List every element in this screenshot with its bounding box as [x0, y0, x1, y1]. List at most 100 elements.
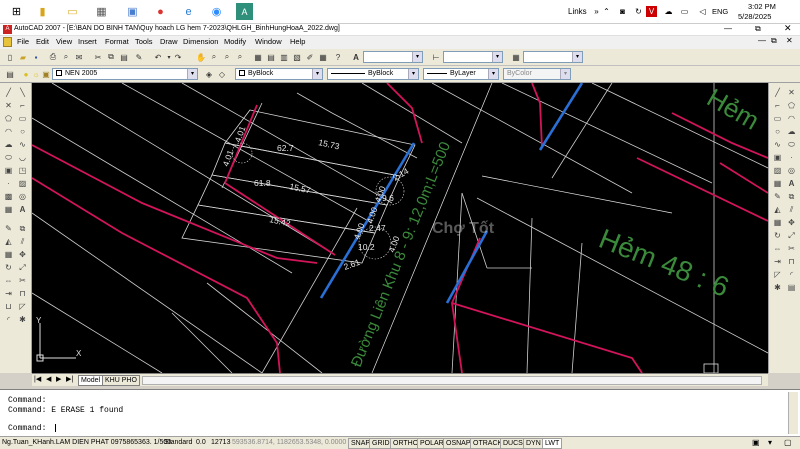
plot-preview-icon[interactable]: ⌕	[60, 51, 72, 63]
offset-icon[interactable]: ⫽	[17, 236, 28, 247]
drawing-doc-icon[interactable]	[3, 37, 12, 47]
properties-icon[interactable]: ▦	[252, 51, 264, 63]
mtext-icon[interactable]: A	[17, 204, 28, 215]
hatch-icon[interactable]: ▨	[17, 178, 28, 189]
erase-tool-icon[interactable]: ✎	[772, 191, 783, 202]
layer-dropdown[interactable]: NEN 2005 ▾	[52, 68, 198, 80]
clock-time[interactable]: 3:02 PM	[748, 2, 776, 11]
ellipse-icon[interactable]: ⬭	[3, 152, 14, 163]
links-label[interactable]: Links	[568, 7, 587, 16]
ellipse-arc-icon[interactable]: ◡	[17, 152, 28, 163]
circle-tool-icon[interactable]: ○	[772, 126, 783, 137]
properties-tool-icon[interactable]: ▤	[786, 282, 797, 293]
array-icon[interactable]: ▦	[3, 249, 14, 260]
zoom-previous-icon[interactable]: ⌕	[234, 51, 246, 63]
plot-icon[interactable]: ⎙	[47, 51, 59, 63]
menu-modify[interactable]: Modify	[224, 37, 246, 46]
move-tool-icon[interactable]: ✥	[786, 217, 797, 228]
construction-line-icon[interactable]: ✕	[3, 100, 14, 111]
join-icon[interactable]: ⊔	[3, 301, 14, 312]
ray-tool-icon[interactable]: ✕	[786, 87, 797, 98]
erase-icon[interactable]: ✎	[3, 223, 14, 234]
layer-previous-icon[interactable]: ◇	[216, 68, 228, 80]
ducs-toggle[interactable]: DUCS	[500, 438, 526, 449]
close-button[interactable]: ✕	[784, 23, 792, 34]
drawing-canvas[interactable]: 62.7 15.73 61.8 15.57 15.42 4.01 4.01 4.…	[32, 83, 768, 373]
tab-model[interactable]: Model	[78, 375, 104, 386]
explode-icon[interactable]: ✱	[17, 314, 28, 325]
extend-tool-icon[interactable]: ⇥	[772, 256, 783, 267]
copy-object-icon[interactable]: ⧉	[17, 223, 28, 234]
help-icon[interactable]: ?	[332, 51, 344, 63]
text-tool-icon[interactable]: A	[786, 178, 797, 189]
camera-icon[interactable]: ◙	[614, 3, 631, 20]
menu-edit[interactable]: Edit	[36, 37, 49, 46]
osnap-toggle[interactable]: OSNAP	[443, 438, 474, 449]
chamfer-tool-icon[interactable]: ◸	[772, 269, 783, 280]
plotstyle-dropdown[interactable]: ByColor ▾	[503, 68, 571, 80]
doc-minimize-button[interactable]: —	[758, 36, 766, 45]
color-dropdown[interactable]: ByBlock ▾	[235, 68, 323, 80]
edge-icon[interactable]: e	[180, 3, 197, 20]
menu-dimension[interactable]: Dimension	[183, 37, 218, 46]
tool-palettes-icon[interactable]: ▥	[278, 51, 290, 63]
spline-icon[interactable]: ∿	[17, 139, 28, 150]
menu-format[interactable]: Format	[105, 37, 129, 46]
markup-icon[interactable]: ✐	[304, 51, 316, 63]
hatch-tool-icon[interactable]: ▨	[772, 165, 783, 176]
command-scrollbar[interactable]	[788, 392, 798, 434]
status-tray-menu-icon[interactable]: ▾	[768, 438, 772, 447]
explorer-icon[interactable]: ▭	[64, 3, 81, 20]
command-prompt[interactable]: Command:	[8, 424, 57, 433]
extend-icon[interactable]: ⇥	[3, 288, 14, 299]
rotate-tool-icon[interactable]: ↻	[772, 230, 783, 241]
tab-nav-first-icon[interactable]: |◀	[34, 375, 41, 383]
menu-tools[interactable]: Tools	[135, 37, 153, 46]
redo-icon[interactable]: ↷	[172, 51, 184, 63]
network-icon[interactable]: ▭	[676, 3, 693, 20]
text-style-icon[interactable]: A	[350, 51, 362, 63]
dim-style-icon[interactable]: ⊢	[430, 51, 442, 63]
menu-file[interactable]: File	[17, 37, 29, 46]
zoom-window-icon[interactable]: ⌕	[221, 51, 233, 63]
point-icon[interactable]: ·	[3, 178, 14, 189]
chamfer-icon[interactable]: ◸	[17, 301, 28, 312]
menu-view[interactable]: View	[56, 37, 72, 46]
restore-button[interactable]: ⧉	[755, 24, 761, 34]
copy-tool-icon[interactable]: ⧉	[786, 191, 797, 202]
pan-icon[interactable]: ✋	[195, 51, 207, 63]
table-icon[interactable]: ▦	[3, 204, 14, 215]
autocad-icon[interactable]: A	[236, 3, 253, 20]
linetype-dropdown[interactable]: ByBlock ▾	[327, 68, 419, 80]
match-properties-icon[interactable]: ✎	[133, 51, 145, 63]
language-indicator[interactable]: ENG	[712, 7, 728, 16]
copy-icon[interactable]: ⧉	[105, 51, 117, 63]
tray-up-icon[interactable]: ⌃	[598, 3, 615, 20]
ortho-line-icon[interactable]: ╲	[17, 87, 28, 98]
save-icon[interactable]: ▪	[30, 51, 42, 63]
menu-help[interactable]: Help	[290, 37, 305, 46]
rectangle-tool-icon[interactable]: ▭	[772, 113, 783, 124]
lock-icon[interactable]: ▣	[40, 68, 52, 80]
lineweight-dropdown[interactable]: ByLayer ▾	[423, 68, 499, 80]
revcloud-tool-icon[interactable]: ☁	[786, 126, 797, 137]
revcloud-icon[interactable]: ☁	[3, 139, 14, 150]
new-icon[interactable]: ▯	[4, 51, 16, 63]
break-icon[interactable]: ⊓	[17, 288, 28, 299]
ellipse-tool-icon[interactable]: ⬭	[786, 139, 797, 150]
trim-icon[interactable]: ✂	[17, 275, 28, 286]
rectangle-icon[interactable]: ▭	[17, 113, 28, 124]
doc-close-button[interactable]: ✕	[786, 36, 793, 45]
volume-icon[interactable]: ◁	[694, 3, 711, 20]
minimize-button[interactable]: —	[724, 24, 732, 33]
region-icon[interactable]: ◎	[17, 191, 28, 202]
fillet-icon[interactable]: ◜	[3, 314, 14, 325]
sheet-set-icon[interactable]: ▧	[291, 51, 303, 63]
design-center-icon[interactable]: ▤	[265, 51, 277, 63]
pline-tool-icon[interactable]: ⌐	[772, 100, 783, 111]
tab-nav-prev-icon[interactable]: ◀	[46, 375, 51, 383]
tab-nav-last-icon[interactable]: ▶|	[66, 375, 73, 383]
menu-window[interactable]: Window	[255, 37, 282, 46]
scale-tool-icon[interactable]: ⤢	[786, 230, 797, 241]
explode-tool-icon[interactable]: ✱	[772, 282, 783, 293]
